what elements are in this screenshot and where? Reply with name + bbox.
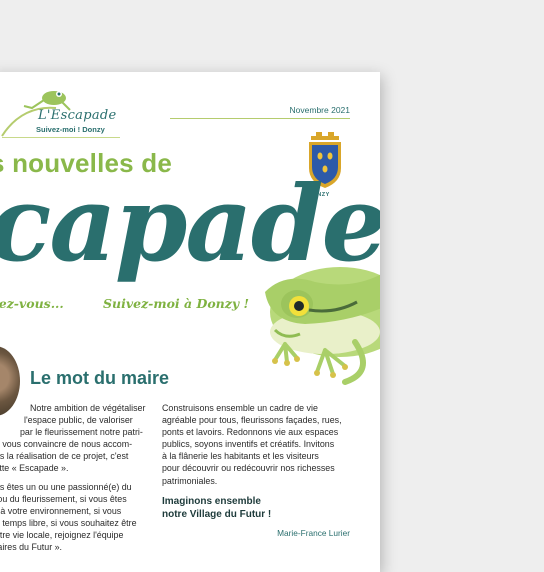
text-line: notre vie locale, rejoignez l'équipe (0, 529, 124, 540)
text-line: ous êtes un ou une passionné(e) du (0, 481, 132, 492)
column-left: Notre ambition de végétaliser l'espace p… (0, 402, 146, 553)
text-line: ans la réalisation de ce projet, c'est (0, 451, 129, 462)
signature: Marie-France Lurier (277, 528, 350, 538)
logo-subtitle: Suivez-moi ! Donzy (36, 125, 105, 134)
newsletter-page: L'Escapade Suivez-moi ! Donzy Novembre 2… (0, 72, 380, 572)
text-line: cette « Escapade ». (0, 463, 69, 474)
text-line: e) à votre environnement, si vous (0, 505, 122, 516)
text-line: publics, soyons inventifs et créatifs. I… (162, 439, 335, 450)
text-line: ponts et lavoirs. Redonnons vie aux espa… (162, 427, 339, 438)
logo-underline (2, 137, 120, 138)
tagline-right: Suivez-moi à Donzy ! (103, 296, 249, 311)
text-line: patrimoniales. (162, 475, 218, 486)
tagline-left: dez-vous... (0, 296, 64, 311)
text-line: de temps libre, si vous souhaitez être (0, 517, 137, 528)
text-line: e ou du fleurissement, si vous êtes (0, 493, 127, 504)
text-line: par le fleurissement notre patri- (20, 427, 143, 438)
text-line: pour découvrir ou redécouvrir nos riches… (162, 463, 335, 474)
text-line: à la flânerie les habitants et les visit… (162, 451, 319, 462)
text-line: agréable pour tous, fleurissons façades,… (162, 415, 342, 426)
date-underline (170, 118, 350, 119)
closing-line-2: notre Village du Futur ! (162, 508, 272, 520)
text-line: ntaires du Futur ». (0, 542, 63, 553)
text-line: de vous convaincre de nous accom- (0, 439, 133, 450)
frog-illustration-icon (265, 267, 380, 385)
logo-title: L'Escapade (38, 108, 117, 123)
text-line: Construisons ensemble un cadre de vie (162, 403, 318, 413)
column-right: Construisons ensemble un cadre de vie ag… (162, 402, 350, 521)
text-line: Notre ambition de végétaliser (30, 403, 146, 413)
issue-date: Novembre 2021 (289, 105, 350, 115)
text-line: l'espace public, de valoriser (24, 415, 133, 426)
closing-line-1: Imaginons ensemble (162, 495, 261, 507)
closing-statement: Imaginons ensemble notre Village du Futu… (162, 495, 350, 521)
section-title: Le mot du maire (30, 368, 170, 388)
